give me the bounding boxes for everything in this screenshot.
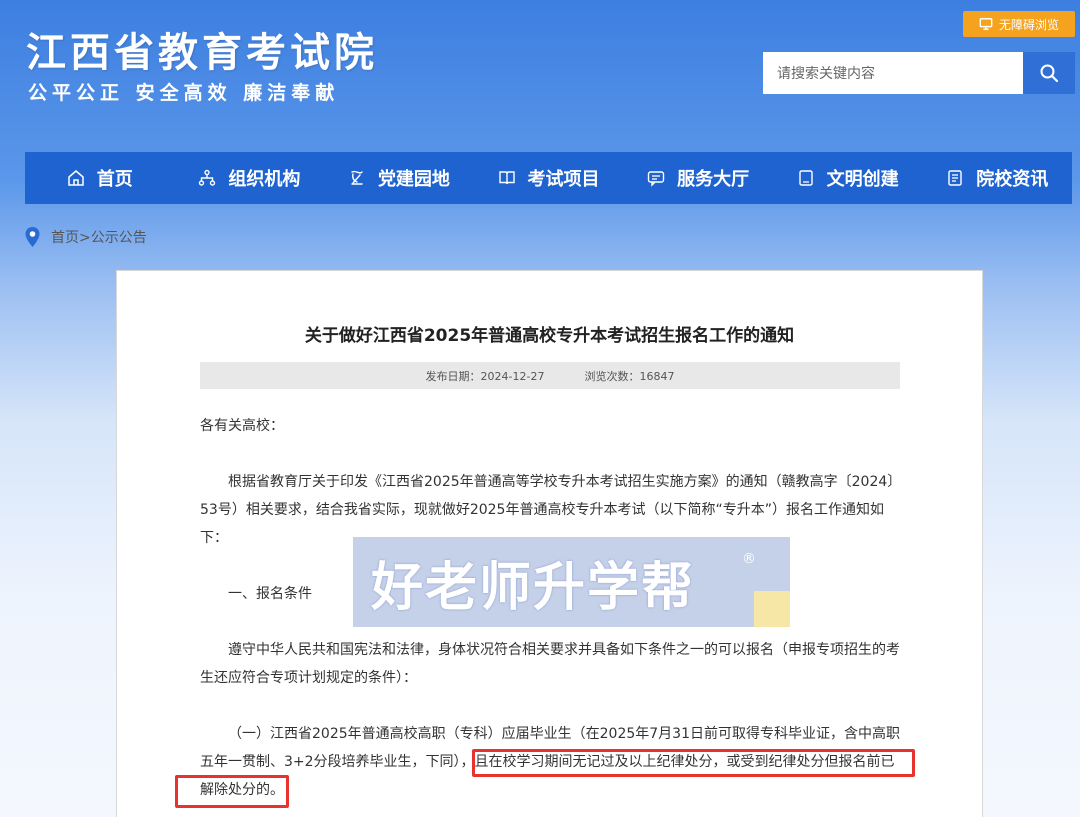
monitor-icon bbox=[979, 18, 993, 30]
site-slogan: 公平公正 安全高效 廉洁奉献 bbox=[28, 82, 340, 104]
book-icon bbox=[498, 171, 515, 185]
nav-item-label: 服务大厅 bbox=[677, 169, 750, 190]
article-title: 关于做好江西省2025年普通高校专升本考试招生报名工作的通知 bbox=[304, 326, 795, 346]
nav-item-party[interactable]: 党建园地 bbox=[324, 152, 474, 204]
nav-item-label: 组织机构 bbox=[228, 169, 301, 190]
watermark-steps-graphic bbox=[754, 591, 790, 627]
search-icon bbox=[1040, 64, 1059, 83]
breadcrumb: 首页>公示公告 bbox=[24, 226, 147, 248]
search-button[interactable] bbox=[1023, 52, 1075, 94]
nav-item-service[interactable]: 服务大厅 bbox=[623, 152, 773, 204]
news-icon bbox=[948, 170, 962, 186]
nav-item-label: 文明创建 bbox=[826, 169, 899, 190]
home-icon bbox=[68, 170, 84, 186]
breadcrumb-home-link[interactable]: 首页 bbox=[51, 230, 79, 246]
search-box bbox=[763, 52, 1075, 94]
nav-item-label: 考试项目 bbox=[527, 169, 600, 190]
nav-item-organization[interactable]: 组织机构 bbox=[175, 152, 325, 204]
document-icon bbox=[798, 170, 813, 186]
breadcrumb-separator: > bbox=[79, 230, 91, 246]
nav-item-civilization[interactable]: 文明创建 bbox=[773, 152, 923, 204]
breadcrumb-current-link[interactable]: 公示公告 bbox=[91, 230, 147, 246]
nav-item-label: 党建园地 bbox=[377, 169, 450, 190]
highlight-box-line2 bbox=[472, 749, 915, 777]
item1-line1: （一）江西省2025年普通高校高职（专科）应届毕业生（在2025年7月31日前可… bbox=[228, 726, 900, 742]
watermark-registered-mark: ® bbox=[742, 551, 756, 567]
nav-item-label: 首页 bbox=[96, 169, 133, 190]
service-icon bbox=[647, 171, 665, 187]
nav-item-label: 院校资讯 bbox=[976, 169, 1049, 190]
highlight-box-line3 bbox=[175, 775, 289, 808]
nav-item-exams[interactable]: 考试项目 bbox=[474, 152, 624, 204]
location-pin-icon bbox=[25, 227, 40, 247]
nav-item-home[interactable]: 首页 bbox=[25, 152, 175, 204]
publish-date: 2024-12-27 bbox=[480, 369, 545, 383]
article-meta-bar: 发布日期：2024-12-27 浏览次数：16847 bbox=[200, 362, 900, 389]
site-title: 江西省教育考试院 bbox=[26, 29, 378, 76]
article-panel: 关于做好江西省2025年普通高校专升本考试招生报名工作的通知 发布日期：2024… bbox=[116, 270, 983, 817]
views-count: 16847 bbox=[639, 369, 675, 383]
watermark-logo: 好老师升学帮 ® bbox=[353, 537, 790, 627]
accessibility-label: 无障碍浏览 bbox=[998, 17, 1059, 32]
accessibility-button[interactable]: 无障碍浏览 bbox=[963, 11, 1075, 37]
watermark-text: 好老师升学帮 bbox=[371, 557, 696, 618]
item1-line2-plain: 五年一贯制、3+2分段培养毕业生，下同）， bbox=[200, 754, 475, 770]
nav-item-news[interactable]: 院校资讯 bbox=[922, 152, 1072, 204]
item1-line3: 解除处分的。 bbox=[200, 782, 284, 798]
views-label: 浏览次数： bbox=[584, 369, 640, 383]
search-input[interactable] bbox=[763, 52, 1023, 94]
publish-date-label: 发布日期： bbox=[425, 369, 481, 383]
org-chart-icon bbox=[199, 169, 216, 186]
section1-paragraph: 遵守中华人民共和国宪法和法律，身体状况符合相关要求并具备如下条件之一的可以报名（… bbox=[200, 642, 900, 686]
salutation: 各有关高校： bbox=[200, 418, 284, 434]
party-icon bbox=[351, 170, 363, 185]
main-nav: 首页 组织机构 党建园地 考试项目 服务大厅 文明创建 院校资讯 bbox=[25, 152, 1072, 204]
